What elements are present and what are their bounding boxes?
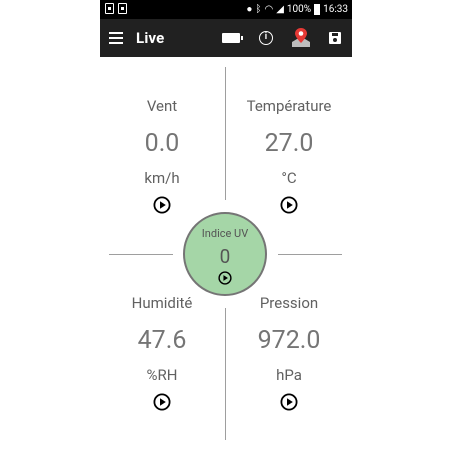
- signal-icon: ◢: [276, 4, 284, 15]
- wind-unit: km/h: [144, 169, 180, 187]
- wind-play-button[interactable]: [153, 196, 171, 214]
- pressure-unit: hPa: [276, 366, 302, 384]
- temperature-value: 27.0: [264, 129, 314, 158]
- menu-icon[interactable]: [109, 32, 123, 44]
- uv-value: 0: [219, 245, 231, 268]
- app-bar: Live i: [100, 19, 352, 57]
- wifi-icon: ◠: [264, 4, 274, 15]
- location-icon: ●: [246, 4, 253, 15]
- uv-play-button[interactable]: [218, 271, 232, 285]
- phone-screen: ● ᛒ ◠ ◢ 100% 16:33 Live i Vent 0.0 km/h: [100, 0, 352, 452]
- map-marker-icon[interactable]: [291, 27, 311, 48]
- humidity-play-button[interactable]: [153, 393, 171, 411]
- status-bar: ● ᛒ ◠ ◢ 100% 16:33: [100, 0, 352, 19]
- status-left-icons: [105, 3, 127, 14]
- horizontal-divider-left: [109, 254, 173, 255]
- vertical-divider-top: [225, 67, 226, 200]
- info-icon[interactable]: i: [259, 31, 273, 45]
- humidity-unit: %RH: [146, 366, 178, 384]
- vertical-divider-bottom: [225, 308, 226, 440]
- battery-percent: 100%: [286, 4, 312, 15]
- temperature-cell: Température 27.0 °C: [227, 96, 351, 221]
- bluetooth-icon: ᛒ: [255, 4, 262, 15]
- pressure-label: Pression: [259, 294, 319, 312]
- battery-status-icon[interactable]: [222, 33, 243, 43]
- horizontal-divider-right: [278, 254, 342, 255]
- save-icon[interactable]: [329, 32, 341, 44]
- pressure-value: 972.0: [257, 326, 321, 355]
- wind-value: 0.0: [144, 129, 180, 158]
- battery-icon: [314, 4, 321, 15]
- humidity-value: 47.6: [137, 326, 187, 355]
- image-icon: [105, 3, 114, 14]
- pressure-play-button[interactable]: [280, 393, 298, 411]
- temperature-unit: °C: [281, 169, 297, 187]
- wind-cell: Vent 0.0 km/h: [100, 96, 224, 221]
- temperature-label: Température: [246, 97, 332, 115]
- status-time: 16:33: [323, 4, 348, 15]
- status-right: ● ᛒ ◠ ◢ 100% 16:33: [246, 2, 348, 17]
- wind-label: Vent: [146, 97, 178, 115]
- notification-icon: [118, 3, 127, 14]
- uv-label: Indice UV: [201, 227, 249, 240]
- humidity-cell: Humidité 47.6 %RH: [100, 293, 224, 418]
- pressure-cell: Pression 972.0 hPa: [227, 293, 351, 418]
- uv-index-circle[interactable]: Indice UV 0: [183, 212, 267, 296]
- page-title: Live: [136, 29, 165, 47]
- temperature-play-button[interactable]: [280, 196, 298, 214]
- humidity-label: Humidité: [131, 294, 193, 312]
